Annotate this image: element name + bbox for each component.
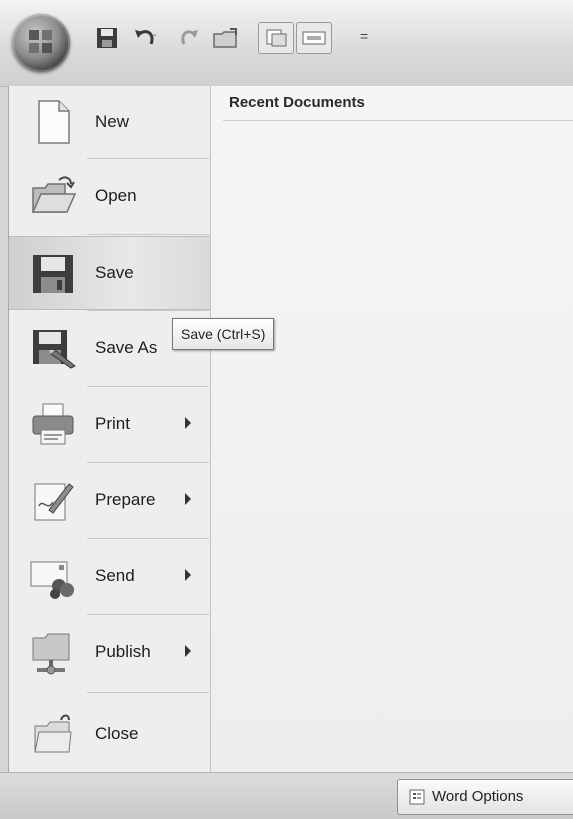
menu-item-save[interactable]: Save xyxy=(9,236,210,310)
prepare-icon xyxy=(34,483,74,521)
quick-access-toolbar: - = xyxy=(0,0,573,87)
menu-item-print[interactable]: Print xyxy=(9,388,210,460)
menu-item-label: Publish xyxy=(95,642,151,661)
undo-icon[interactable]: - xyxy=(133,26,159,50)
save-as-icon xyxy=(33,330,76,369)
recent-documents-title: Recent Documents xyxy=(229,94,365,111)
save-icon[interactable] xyxy=(96,26,118,50)
menu-item-publish[interactable]: Publish xyxy=(9,616,210,688)
submenu-arrow-icon xyxy=(185,569,191,581)
menu-item-send[interactable]: Send xyxy=(9,540,210,612)
word-options-label: Word Options xyxy=(432,788,524,805)
menu-divider xyxy=(87,386,209,387)
menu-item-label: Open xyxy=(95,186,137,205)
menu-item-new[interactable]: New xyxy=(9,86,210,158)
svg-text:-: - xyxy=(153,30,156,41)
submenu-arrow-icon xyxy=(185,645,191,657)
printer-icon xyxy=(32,403,74,445)
save-icon xyxy=(33,255,73,293)
menu-item-open[interactable]: Open xyxy=(9,160,210,232)
menu-item-label: Prepare xyxy=(95,490,156,509)
envelope-icon[interactable] xyxy=(296,22,332,54)
customize-icon[interactable]: = xyxy=(360,28,372,52)
recent-documents-pane: Recent Documents xyxy=(211,86,573,772)
menu-item-prepare[interactable]: Prepare xyxy=(9,464,210,536)
new-document-icon xyxy=(38,100,70,144)
publish-icon xyxy=(32,633,70,675)
menu-commands-pane: New Open Save Save As Print Prepare Send… xyxy=(9,86,211,772)
submenu-arrow-icon xyxy=(185,417,191,429)
menu-item-label: Save xyxy=(95,263,134,282)
menu-item-label: Send xyxy=(95,566,135,585)
recent-documents-divider xyxy=(223,120,573,121)
menu-divider xyxy=(87,614,209,615)
menu-item-label: New xyxy=(95,112,130,131)
close-folder-icon xyxy=(34,714,72,753)
menu-divider xyxy=(87,462,209,463)
submenu-arrow-icon xyxy=(185,493,191,505)
menu-item-close[interactable]: Close xyxy=(9,698,210,770)
office-logo-icon xyxy=(29,30,53,54)
office-menu: New Open Save Save As Print Prepare Send… xyxy=(8,86,573,772)
menu-item-label: Save As xyxy=(95,338,158,357)
pages-icon[interactable] xyxy=(258,22,294,54)
word-options-button[interactable]: Word Options xyxy=(397,779,573,815)
menu-item-label: Print xyxy=(95,414,130,433)
open-folder-icon xyxy=(31,176,77,213)
options-icon xyxy=(409,789,425,805)
menu-divider xyxy=(87,692,209,693)
folder-icon[interactable] xyxy=(212,26,238,50)
send-icon xyxy=(30,561,74,599)
menu-item-label: Close xyxy=(95,724,139,743)
office-button[interactable] xyxy=(12,14,70,72)
menu-divider xyxy=(87,234,209,235)
menu-divider xyxy=(87,310,209,311)
menu-divider xyxy=(87,158,209,159)
menu-divider xyxy=(87,538,209,539)
redo-icon[interactable] xyxy=(178,26,200,50)
save-tooltip: Save (Ctrl+S) xyxy=(172,318,275,350)
menu-footer: Word Options xyxy=(0,772,573,819)
